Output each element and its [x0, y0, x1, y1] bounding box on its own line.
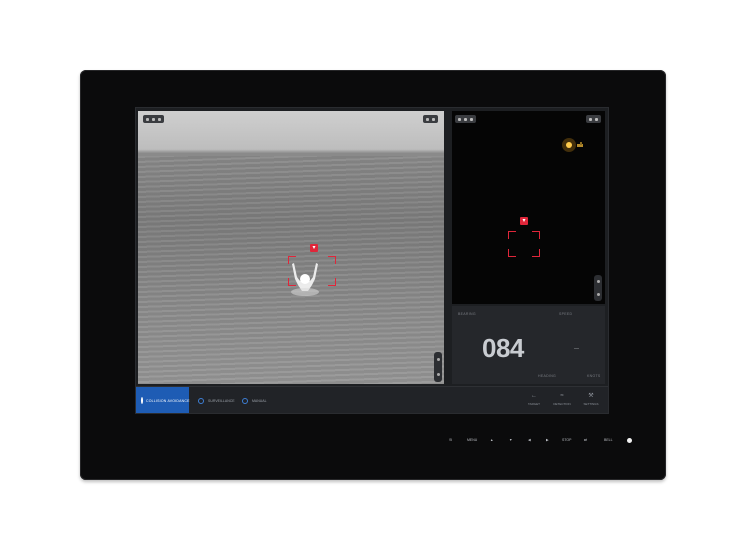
tool-settings[interactable]: ⚒ SETTINGS: [582, 393, 600, 406]
speed-value: —: [574, 346, 580, 352]
camera-controls-left[interactable]: [143, 115, 164, 123]
hw-button-menu[interactable]: MENU: [467, 438, 477, 442]
heading-unit: HEADING: [538, 374, 557, 378]
wrench-icon: ⚒: [588, 393, 594, 399]
zoom-control[interactable]: [434, 352, 442, 382]
hw-button-left[interactable]: ◀: [528, 438, 531, 442]
zoom-control[interactable]: [594, 275, 602, 301]
grid-icon[interactable]: [158, 117, 161, 121]
tool-target[interactable]: ← TARGET: [525, 393, 543, 406]
speed-label: SPEED: [559, 312, 573, 316]
hw-button-swap[interactable]: ⇄: [584, 438, 587, 442]
hw-button-stop[interactable]: STOP: [562, 438, 571, 442]
target-reticle[interactable]: [288, 256, 336, 286]
night-camera-controls-right[interactable]: [586, 115, 601, 123]
expand-icon[interactable]: [432, 117, 435, 121]
record-icon[interactable]: [146, 117, 149, 121]
speed-unit: KNOTS: [587, 374, 601, 378]
power-led: [627, 438, 632, 443]
camera-icon[interactable]: [152, 117, 155, 121]
alert-badge[interactable]: ▾: [520, 217, 528, 225]
target-icon: [141, 397, 143, 404]
record-icon[interactable]: [458, 117, 461, 121]
mode-surveillance[interactable]: SURVEILLANCE: [198, 387, 235, 413]
zoom-in-icon[interactable]: [436, 358, 440, 361]
hw-button-up[interactable]: ▲: [490, 438, 493, 442]
arrow-left-icon: ←: [531, 393, 537, 399]
signal-icon: ≈: [560, 393, 564, 399]
play-icon[interactable]: [426, 117, 429, 121]
distant-vessel-lights: [562, 138, 583, 152]
bearing-label: BEARING: [458, 312, 476, 316]
target-reticle[interactable]: [508, 231, 540, 257]
grid-icon[interactable]: [470, 117, 473, 121]
screen: ▾ ▾ BEARING SPEED 084 — HEADING KNOTS CO…: [135, 107, 609, 414]
bearing-value: 084: [482, 333, 524, 363]
mode-bar: COLLISION AVOIDANCE SURVEILLANCE MANUAL …: [136, 386, 608, 413]
play-icon[interactable]: [589, 117, 592, 121]
tool-detection[interactable]: ≈ DETECTION: [553, 393, 571, 406]
circle-icon: [242, 397, 248, 404]
hw-button-power[interactable]: !5: [449, 438, 452, 442]
mode-collision-avoidance[interactable]: COLLISION AVOIDANCE: [136, 387, 189, 413]
data-panel: BEARING SPEED 084 — HEADING KNOTS: [452, 306, 605, 384]
zoom-out-icon[interactable]: [436, 373, 440, 376]
mode-manual[interactable]: MANUAL: [242, 387, 267, 413]
expand-icon[interactable]: [595, 117, 598, 121]
alert-badge[interactable]: ▾: [310, 244, 318, 252]
zoom-out-icon[interactable]: [596, 293, 600, 296]
hw-button-right[interactable]: ▶: [546, 438, 549, 442]
zoom-in-icon[interactable]: [596, 280, 600, 283]
night-camera-view[interactable]: ▾: [452, 111, 605, 304]
thermal-camera-view[interactable]: ▾: [138, 111, 444, 384]
hw-button-bell[interactable]: BELL: [604, 438, 613, 442]
camera-icon[interactable]: [464, 117, 467, 121]
night-camera-controls-left[interactable]: [455, 115, 476, 123]
camera-controls-right[interactable]: [423, 115, 438, 123]
shield-icon: [198, 397, 204, 404]
hw-button-down[interactable]: ▼: [509, 438, 512, 442]
